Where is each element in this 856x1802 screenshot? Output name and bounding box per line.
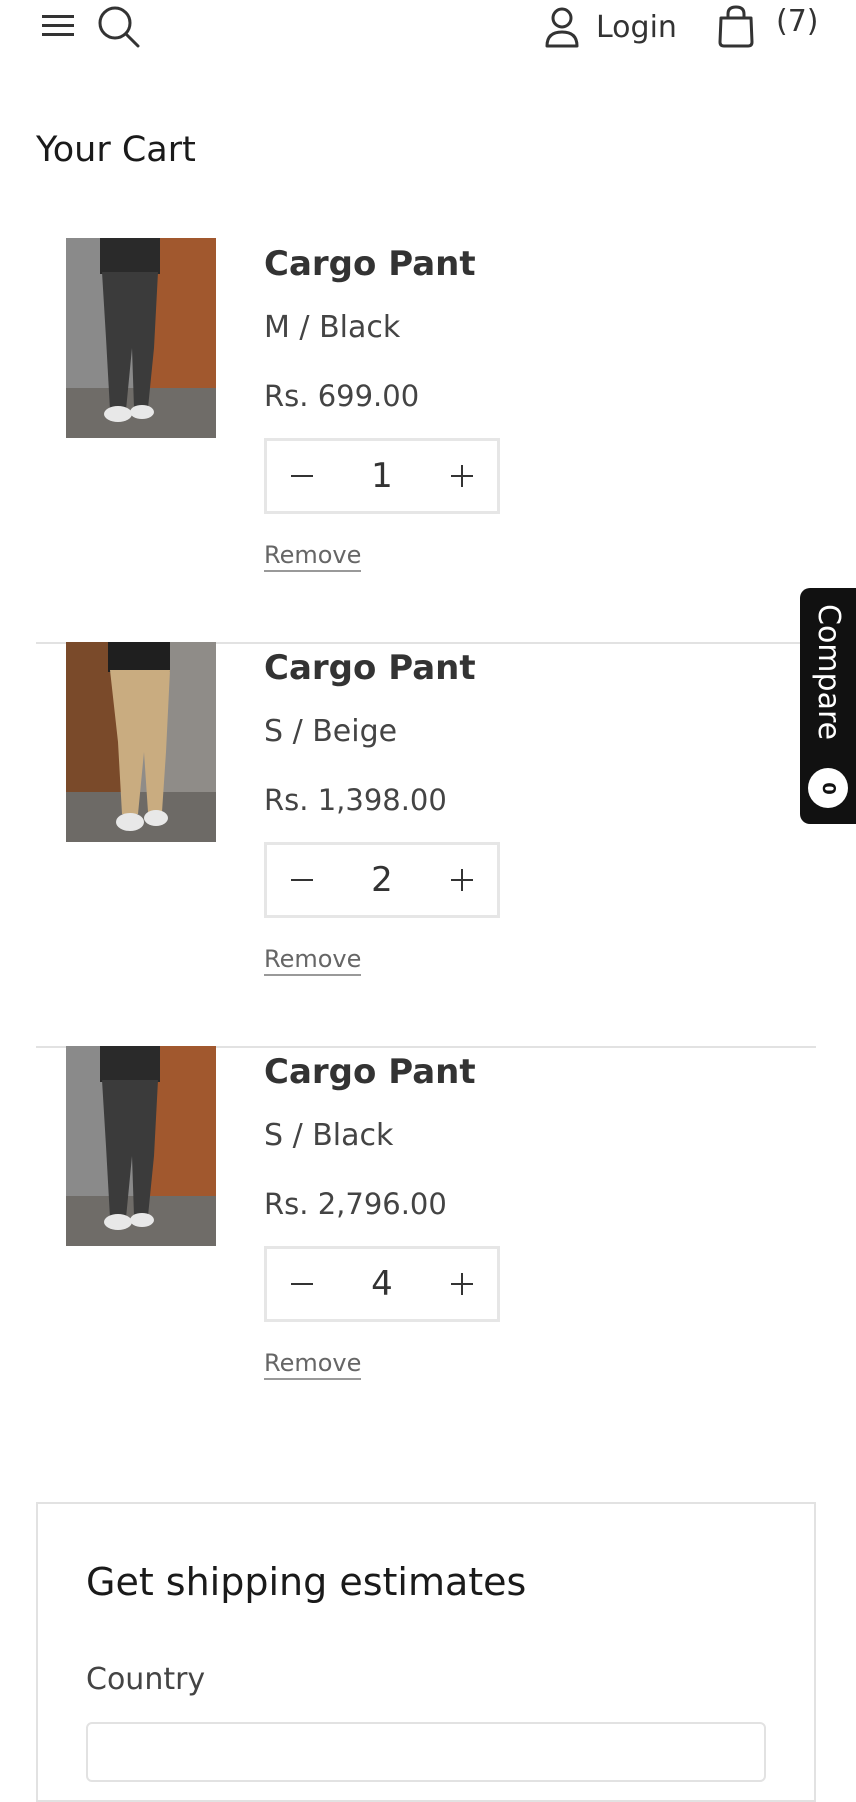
product-price: Rs. 2,796.00	[264, 1187, 447, 1221]
quantity-value[interactable]: 4	[337, 1249, 427, 1319]
quantity-value[interactable]: 1	[337, 441, 427, 511]
increase-quantity-button[interactable]	[427, 441, 497, 511]
search-icon[interactable]	[96, 4, 142, 50]
user-icon	[544, 6, 580, 48]
shipping-estimates-panel: Get shipping estimates Country	[36, 1502, 816, 1802]
product-image[interactable]	[66, 1046, 216, 1246]
country-label: Country	[86, 1662, 206, 1697]
product-variant: S / Black	[264, 1118, 394, 1153]
product-image[interactable]	[66, 238, 216, 438]
bag-icon[interactable]	[716, 4, 756, 48]
increase-quantity-button[interactable]	[427, 845, 497, 915]
remove-link[interactable]: Remove	[264, 944, 362, 976]
product-image[interactable]	[66, 642, 216, 842]
remove-link[interactable]: Remove	[264, 1348, 362, 1380]
decrease-quantity-button[interactable]	[267, 441, 337, 511]
quantity-stepper: 4	[264, 1246, 500, 1322]
product-variant: M / Black	[264, 310, 401, 345]
product-variant: S / Beige	[264, 714, 398, 749]
decrease-quantity-button[interactable]	[267, 1249, 337, 1319]
product-title[interactable]: Cargo Pant	[264, 1052, 476, 1092]
page-title: Your Cart	[36, 130, 196, 170]
shipping-title: Get shipping estimates	[86, 1560, 527, 1604]
increase-quantity-button[interactable]	[427, 1249, 497, 1319]
product-title[interactable]: Cargo Pant	[264, 244, 476, 284]
product-price: Rs. 699.00	[264, 379, 420, 413]
quantity-stepper: 2	[264, 842, 500, 918]
login-label: Login	[596, 9, 677, 45]
country-select[interactable]	[86, 1722, 766, 1782]
quantity-value[interactable]: 2	[337, 845, 427, 915]
product-title[interactable]: Cargo Pant	[264, 648, 476, 688]
cart-count[interactable]: (7)	[776, 4, 819, 39]
decrease-quantity-button[interactable]	[267, 845, 337, 915]
compare-count-badge: 0	[808, 768, 848, 808]
remove-link[interactable]: Remove	[264, 540, 362, 572]
site-header: Login (7)	[0, 0, 856, 60]
login-link[interactable]: Login	[544, 2, 677, 52]
product-price: Rs. 1,398.00	[264, 783, 447, 817]
quantity-stepper: 1	[264, 438, 500, 514]
compare-label: Compare	[811, 604, 846, 741]
cart-item: Cargo Pant S / Beige Rs. 1,398.00 2 Remo…	[36, 642, 816, 1048]
menu-icon[interactable]	[40, 10, 76, 42]
cart-item: Cargo Pant M / Black Rs. 699.00 1 Remove	[36, 238, 816, 644]
cart-item: Cargo Pant S / Black Rs. 2,796.00 4 Remo…	[36, 1046, 816, 1450]
compare-tab[interactable]: Compare 0	[800, 588, 856, 824]
